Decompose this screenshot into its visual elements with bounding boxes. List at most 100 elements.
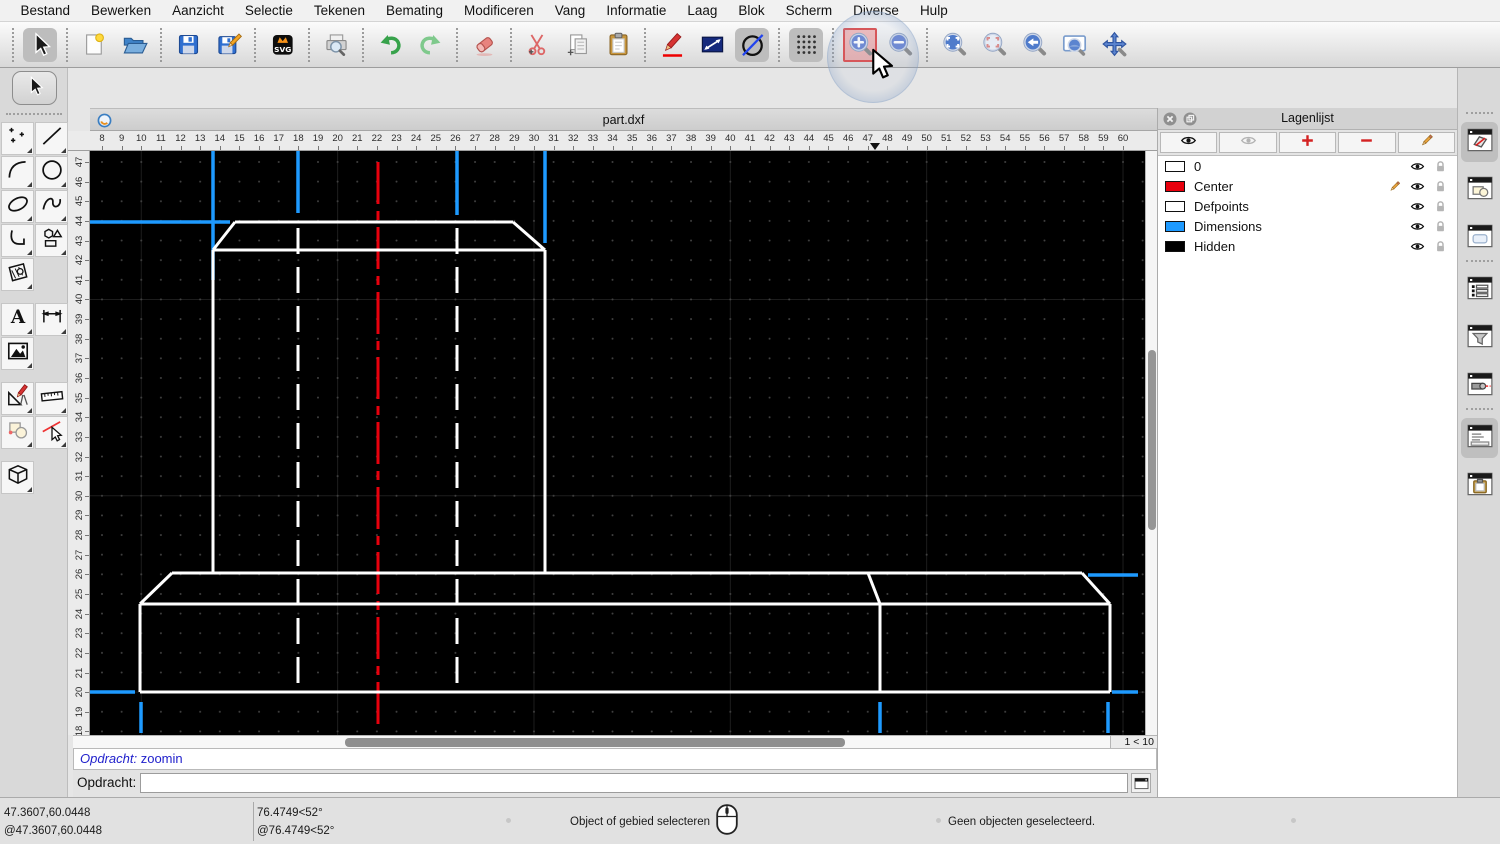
layer-row-center[interactable]: Center <box>1158 176 1457 196</box>
zoom-out-button[interactable] <box>883 28 917 62</box>
new-file-button[interactable] <box>77 28 111 62</box>
open-folder-button[interactable] <box>117 28 151 62</box>
cut-button[interactable] <box>521 28 555 62</box>
layer-row-defpoints[interactable]: Defpoints <box>1158 196 1457 216</box>
menu-item-bestand[interactable]: Bestand <box>10 0 81 22</box>
layer-visibility-icon[interactable] <box>1409 159 1426 174</box>
polyline-tool-button[interactable] <box>1 224 34 257</box>
ruler-tick <box>85 692 89 693</box>
layer-color-swatch <box>1165 201 1185 212</box>
spline-tool-button[interactable] <box>35 190 68 223</box>
menu-item-bewerken[interactable]: Bewerken <box>81 0 162 22</box>
circle-slash-button[interactable] <box>735 28 769 62</box>
add-layer-button[interactable] <box>1279 132 1336 153</box>
edit-layer-button[interactable] <box>1398 132 1455 153</box>
undo-button[interactable] <box>373 28 407 62</box>
zoom-view-button[interactable] <box>1057 28 1091 62</box>
line-tool-button[interactable] <box>35 122 68 155</box>
vertical-scrollbar-thumb[interactable] <box>1148 350 1156 530</box>
remove-layer-button[interactable] <box>1338 132 1395 153</box>
menu-item-informatie[interactable]: Informatie <box>596 0 677 22</box>
menu-item-tekenen[interactable]: Tekenen <box>303 0 375 22</box>
menu-item-scherm[interactable]: Scherm <box>775 0 843 22</box>
menu-item-modificeren[interactable]: Modificeren <box>454 0 545 22</box>
redo-button[interactable] <box>413 28 447 62</box>
vertical-scrollbar[interactable] <box>1145 151 1157 735</box>
layer-row-hidden[interactable]: Hidden <box>1158 236 1457 256</box>
shapes-tool-button[interactable] <box>35 224 68 257</box>
property-editor-panel-button[interactable] <box>1461 270 1498 310</box>
menu-item-vang[interactable]: Vang <box>544 0 596 22</box>
dimension-arrow-button[interactable] <box>695 28 729 62</box>
menu-item-diverse[interactable]: Diverse <box>843 0 910 22</box>
text-tool-button[interactable]: A <box>1 303 34 336</box>
document-tab-bar[interactable]: part.dxf <box>90 108 1157 131</box>
cut-icon <box>525 31 552 58</box>
copy-button[interactable] <box>561 28 595 62</box>
drawing-canvas[interactable] <box>90 151 1145 735</box>
command-line-panel-button[interactable] <box>1461 418 1498 458</box>
menu-item-blok[interactable]: Blok <box>728 0 775 22</box>
layer-lock-icon[interactable] <box>1432 239 1449 254</box>
selection-filter-panel-button[interactable] <box>1461 318 1498 358</box>
menu-item-aanzicht[interactable]: Aanzicht <box>162 0 235 22</box>
ellipse-tool-button[interactable] <box>1 190 34 223</box>
zoom-in-button[interactable] <box>843 28 877 62</box>
layer-visibility-icon[interactable] <box>1409 219 1426 234</box>
select-entity-tool-button[interactable] <box>35 416 68 449</box>
layer-row-0[interactable]: 0 <box>1158 156 1457 176</box>
zoom-auto-button[interactable] <box>937 28 971 62</box>
close-icon[interactable] <box>1163 112 1177 126</box>
horizontal-scrollbar-thumb[interactable] <box>345 738 845 747</box>
select-arrow-button[interactable] <box>23 28 57 62</box>
points-tool-button[interactable] <box>1 122 34 155</box>
delete-eraser-button[interactable] <box>467 28 501 62</box>
zoom-pan-button[interactable] <box>1097 28 1131 62</box>
float-panel-icon[interactable] <box>1183 112 1197 126</box>
pen-settings-panel-button[interactable] <box>1461 366 1498 406</box>
modify-tool-button[interactable] <box>1 416 34 449</box>
command-input[interactable] <box>140 773 1128 793</box>
ruler-tick <box>770 146 771 150</box>
draw-pencil-button[interactable] <box>655 28 689 62</box>
history-command-text: zoomin <box>141 751 183 766</box>
layer-lock-icon[interactable] <box>1432 199 1449 214</box>
library-browser-panel-button[interactable] <box>1461 218 1498 258</box>
eye-visible-button[interactable] <box>1160 132 1217 153</box>
arc-tool-button[interactable] <box>1 156 34 189</box>
dimension-tool-button[interactable] <box>35 303 68 336</box>
print-preview-button[interactable] <box>319 28 353 62</box>
layer-visibility-icon[interactable] <box>1409 179 1426 194</box>
save-button[interactable] <box>171 28 205 62</box>
circle-tool-button[interactable] <box>35 156 68 189</box>
menu-item-laag[interactable]: Laag <box>677 0 728 22</box>
menu-item-bemating[interactable]: Bemating <box>375 0 453 22</box>
save-as-button[interactable] <box>211 28 245 62</box>
command-options-button[interactable] <box>1131 773 1151 793</box>
zoom-previous-button[interactable] <box>1017 28 1051 62</box>
zoom-window-button[interactable] <box>977 28 1011 62</box>
grid-toggle-button[interactable] <box>789 28 823 62</box>
svg-text:A: A <box>9 307 25 328</box>
layer-panel-header[interactable]: Lagenlijst <box>1158 108 1457 130</box>
layer-lock-icon[interactable] <box>1432 159 1449 174</box>
construction-tool-button[interactable] <box>1 382 34 415</box>
solid-tool-button[interactable] <box>1 461 34 494</box>
layer-row-dimensions[interactable]: Dimensions <box>1158 216 1457 236</box>
measure-tool-button[interactable] <box>35 382 68 415</box>
layer-lock-icon[interactable] <box>1432 179 1449 194</box>
horizontal-scrollbar[interactable]: 1 < 10 <box>73 735 1157 748</box>
layer-visibility-icon[interactable] <box>1409 239 1426 254</box>
layer-visibility-icon[interactable] <box>1409 199 1426 214</box>
menu-item-selectie[interactable]: Selectie <box>234 0 303 22</box>
image-tool-button[interactable] <box>1 337 34 370</box>
svg-export-button[interactable]: SVG <box>265 28 299 62</box>
layer-list-panel-button[interactable] <box>1461 122 1498 162</box>
layer-lock-icon[interactable] <box>1432 219 1449 234</box>
clipboard-panel-button[interactable] <box>1461 466 1498 506</box>
paste-button[interactable] <box>601 28 635 62</box>
eye-hidden-button[interactable] <box>1219 132 1276 153</box>
block-list-panel-button[interactable] <box>1461 170 1498 210</box>
menu-item-hulp[interactable]: Hulp <box>909 0 958 22</box>
hatch-tool-button[interactable] <box>1 258 34 291</box>
